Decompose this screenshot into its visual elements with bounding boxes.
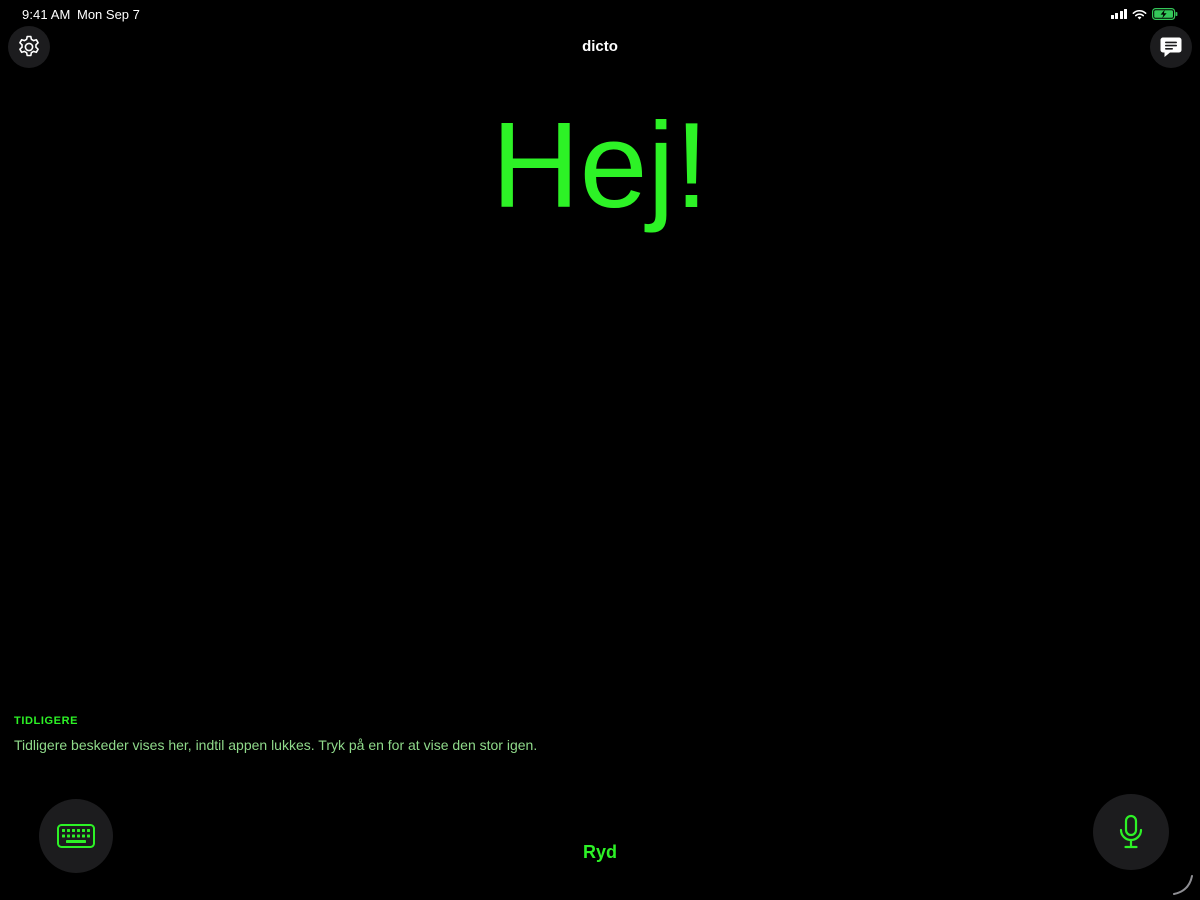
battery-charging-icon: [1152, 8, 1178, 20]
microphone-icon: [1119, 814, 1143, 849]
wifi-icon: [1132, 9, 1147, 19]
app-screen: 9:41 AM Mon Sep 7 dicto Hej! TIDLIGERE T…: [0, 0, 1200, 900]
speech-bubble-icon: [1160, 37, 1182, 57]
status-date: Mon Sep 7: [77, 7, 140, 22]
status-time: 9:41 AM: [22, 7, 71, 22]
status-icons: [1110, 6, 1179, 22]
page-title: dicto: [582, 38, 618, 55]
current-message[interactable]: Hej!: [0, 95, 1200, 235]
history-heading: TIDLIGERE: [14, 715, 79, 727]
messages-button[interactable]: [1150, 26, 1192, 68]
cellular-signal-icon: [1110, 9, 1127, 19]
microphone-button[interactable]: [1093, 794, 1169, 870]
keyboard-icon: [57, 824, 95, 848]
resize-corner-icon: [1173, 875, 1193, 895]
clear-button[interactable]: Ryd: [560, 842, 640, 863]
history-hint: Tidligere beskeder vises her, indtil app…: [14, 737, 538, 753]
keyboard-button[interactable]: [39, 799, 113, 873]
